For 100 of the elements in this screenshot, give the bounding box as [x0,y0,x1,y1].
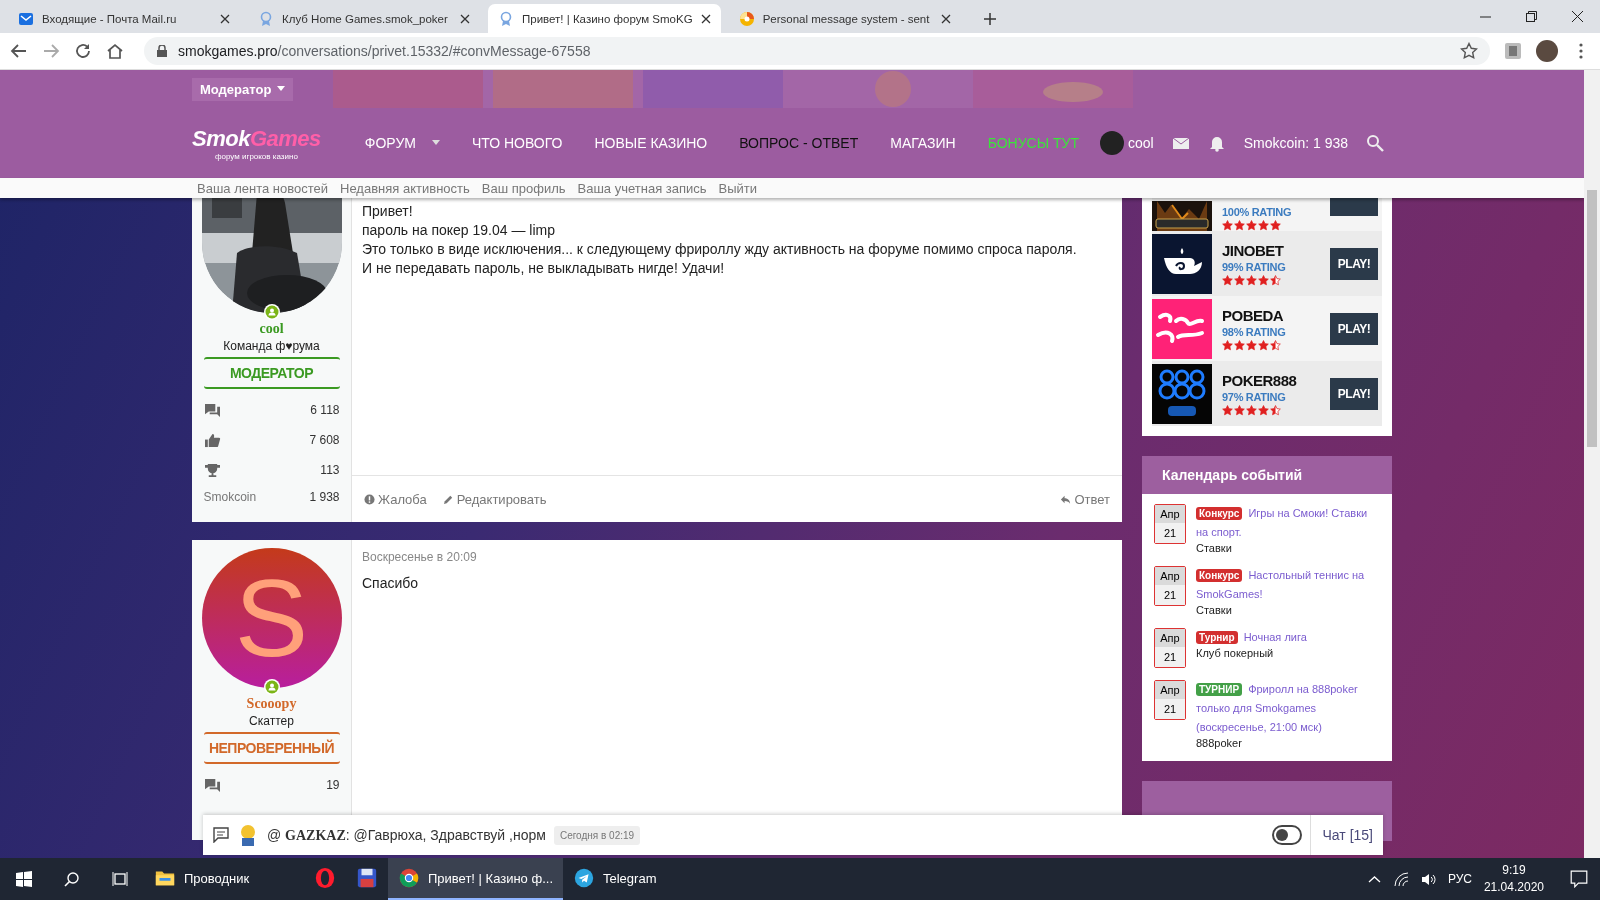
search-icon[interactable] [64,871,80,887]
message-time: Сегодня в 02:19 [553,825,641,845]
browser-tab[interactable]: Personal message system - sent [728,4,961,33]
star-icon[interactable] [1460,42,1478,60]
star-icon [1246,404,1257,416]
casino-rating: 98% RATING [1222,325,1287,338]
play-button[interactable]: PLAY! [1330,312,1378,345]
restore-icon[interactable] [1525,11,1537,22]
event-title[interactable]: Конкурс Настольный теннис на SmokGames! [1196,566,1380,604]
site-logo[interactable]: SmokGames форум игроков казино [192,125,321,161]
user-title: Скаттер [249,714,294,728]
account-link[interactable]: Ваш профиль [481,180,566,196]
message-text: Спасибо [362,574,420,593]
network-icon[interactable] [1393,871,1409,887]
star-icon [1258,274,1269,286]
star-icon [1270,274,1281,286]
casino-rating: 99% RATING [1222,260,1287,273]
play-button[interactable]: PLAY! [1330,377,1378,410]
notifications-icon[interactable] [1570,870,1588,888]
reply-icon [1060,493,1072,505]
event-title[interactable]: Конкурс Игры на Смоки! Ставки на спорт. [1196,504,1380,542]
message-text: пароль на покер 19.04 — limp [362,221,556,240]
account-link[interactable]: Ваша учетная запись [577,180,707,196]
account-link[interactable]: Ваша лента новостей [197,180,328,196]
date-badge: Апр 21 [1154,680,1186,720]
nav-link[interactable]: МАГАЗИН [874,135,972,151]
casino-rating: 100% RATING [1222,206,1293,218]
event-title[interactable]: Турнир Ночная лига [1196,628,1307,647]
star-icon [1234,404,1245,416]
user-rank-banner: МОДЕРАТОР [203,357,340,389]
close-icon[interactable] [460,13,470,24]
clock[interactable]: 9:19 21.04.2020 [1483,862,1544,896]
close-icon[interactable] [220,13,230,24]
report-link[interactable]: Жалоба [364,491,427,507]
star-icon [1258,339,1269,351]
casino-name: POBEDA [1222,306,1285,324]
language-indicator[interactable]: РУС [1447,872,1472,886]
user-avatar[interactable]: S [201,548,342,688]
event-category: Ставки [1196,604,1233,616]
volume-icon[interactable] [1420,871,1436,887]
casino-rating: 97% RATING [1222,390,1287,403]
username[interactable]: Scooopy [246,696,297,712]
close-icon[interactable] [940,13,951,24]
browser-tab[interactable]: Клуб Home Games.smok_poker [248,4,480,33]
new-tab-icon[interactable] [982,12,997,26]
account-link[interactable]: Выйти [718,180,758,196]
windows-start-icon[interactable] [16,871,32,887]
username[interactable]: cool [259,321,284,337]
back-icon[interactable] [10,42,28,60]
caret-icon [431,140,440,146]
event-category: Ставки [1196,542,1233,554]
nav-link[interactable]: ВОПРОС - ОТВЕТ [723,135,875,151]
toggle-switch[interactable] [1271,825,1302,845]
home-icon[interactable] [106,42,124,60]
chat-button[interactable]: Чат [15] [1309,815,1373,855]
casino-name: JINOBET [1222,241,1285,259]
profile-avatar[interactable] [1536,40,1558,62]
date-badge: Апр 21 [1154,566,1186,606]
close-icon[interactable] [700,13,711,24]
reload-icon[interactable] [74,42,92,60]
telegram-icon [573,867,595,889]
star-icon [1222,274,1233,286]
star-icon [1270,404,1281,416]
nav-link[interactable]: БОНУСЫ ТУТ [971,135,1095,151]
badge-icon [258,10,274,27]
stat-value: 1 938 [309,490,340,504]
address-bar[interactable]: smokgames.pro/conversations/privet.15332/#convMessage-67558 [144,37,1490,65]
pencil-icon [442,493,454,505]
star-icon [1246,220,1257,231]
user-menu[interactable]: cool [1100,131,1154,155]
star-icon [1222,220,1233,231]
nav-link[interactable]: ЧТО НОВОГО [455,135,579,151]
poker-logo [1152,363,1212,424]
nav-link[interactable]: ФОРУМ [348,135,456,151]
star-icon [1246,339,1257,351]
play-button[interactable]: PLAY! [1330,247,1378,280]
nav-link[interactable]: НОВЫЕ КАЗИНО [578,135,724,151]
message-text: Привет! [362,202,414,221]
role-dropdown[interactable]: Модератор [192,77,294,101]
taskbar-app[interactable]: Проводник [144,858,304,900]
event-title[interactable]: ТУРНИР Фриролл на 888poker только для Smokgames (воскресенье, 21:00 мск) [1196,680,1380,737]
reply-link[interactable]: Ответ [1060,491,1110,507]
taskbar-app[interactable]: Telegram [563,858,723,900]
browser-tab[interactable]: Привет! | Казино форум SmoKG [488,4,721,33]
task-view-icon[interactable] [112,871,128,887]
edit-link[interactable]: Редактировать [442,491,547,507]
chat-icon[interactable] [213,827,229,843]
star-icon [1234,339,1245,351]
stat-value: 7 608 [309,433,340,447]
close-icon[interactable] [1571,11,1583,22]
taskbar-app[interactable]: Привет! | Казино ф... [388,858,563,900]
scrollbar[interactable] [1584,70,1600,858]
extension-icon[interactable] [1504,42,1522,60]
mail-icon [18,10,34,27]
smokcoin-balance[interactable]: Smokcoin: 1 938 [1243,135,1348,151]
browser-tab[interactable]: Входящие - Почта Mail.ru [8,4,240,33]
stat-value: 19 [326,778,340,792]
message-date: Воскресенье в 20:09 [361,549,478,566]
account-link[interactable]: Недавняя активность [340,180,470,196]
calendar-title: Календарь событий [1142,456,1392,494]
